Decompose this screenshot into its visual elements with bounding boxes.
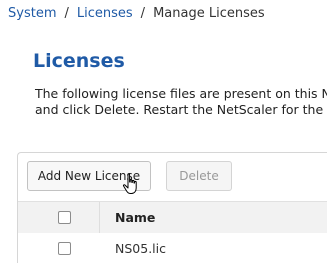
toolbar: Add New License Delete [18, 153, 327, 201]
breadcrumb-separator: / [64, 6, 69, 21]
table-header-row: Name [18, 201, 327, 234]
row-checkbox[interactable] [58, 242, 71, 255]
breadcrumb-system-link[interactable]: System [8, 6, 56, 21]
column-header-name[interactable]: Name [115, 210, 155, 225]
column-divider [99, 202, 100, 233]
breadcrumb: System / Licenses / Manage Licenses [8, 6, 265, 22]
manage-licenses-page: System / Licenses / Manage Licenses Licenses… [0, 0, 327, 263]
licenses-panel: Add New License Delete Name NS05.lic [17, 152, 327, 263]
breadcrumb-separator: / [140, 6, 146, 21]
delete-button[interactable]: Delete [166, 161, 232, 191]
page-description: The following license files are present … [35, 86, 327, 118]
breadcrumb-current: Manage Licenses [153, 6, 265, 21]
select-all-checkbox[interactable] [58, 211, 71, 224]
table-row[interactable]: NS05.lic [18, 233, 327, 263]
add-new-license-button[interactable]: Add New License [27, 161, 151, 191]
page-title: Licenses [33, 50, 125, 72]
breadcrumb-licenses-link[interactable]: Licenses [77, 6, 133, 21]
description-line-2: and click Delete. Restart the NetScaler … [35, 102, 327, 117]
license-file-name: NS05.lic [115, 241, 166, 256]
description-line-1: The following license files are present … [35, 86, 327, 101]
